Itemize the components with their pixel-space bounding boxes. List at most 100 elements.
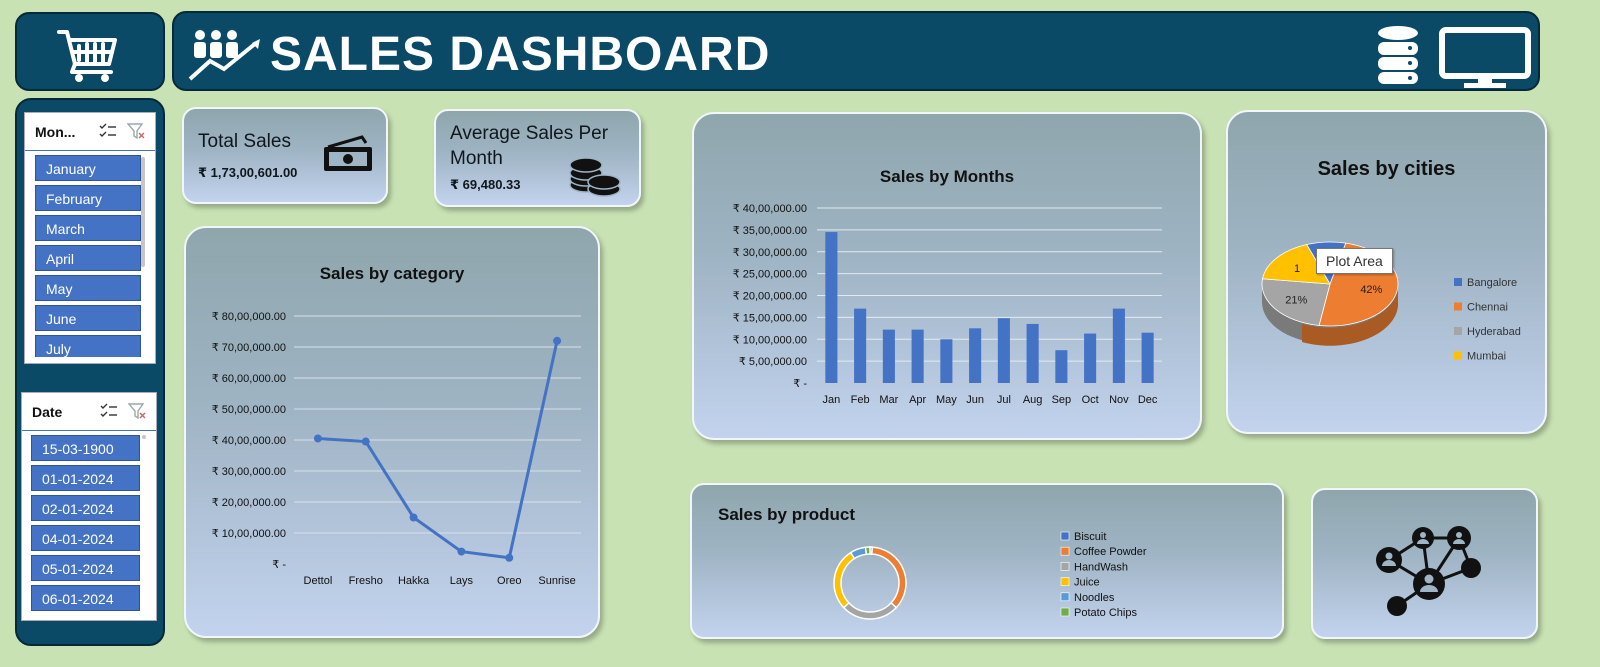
slicer-item[interactable]: 15-03-1900	[31, 435, 140, 461]
slicer-scrollbar[interactable]	[142, 435, 146, 439]
legend-swatch	[1060, 577, 1070, 586]
x-tick-label: Sep	[1052, 394, 1072, 406]
y-tick-label: ₹ 40,00,000.00	[212, 435, 286, 447]
donut-slice	[864, 546, 871, 556]
network-people-icon	[1376, 526, 1481, 616]
months-bar-chart[interactable]: ₹ 40,00,000.00 ₹ 35,00,000.00 ₹ 30,00,000.…	[694, 114, 1200, 438]
legend-swatch	[1454, 278, 1462, 286]
legend-label: HandWash	[1074, 561, 1128, 573]
y-tick-label: ₹ 30,00,000.00	[212, 466, 286, 478]
bar	[882, 329, 895, 383]
dashboard-title: SALES DASHBOARD	[270, 28, 771, 81]
cash-icon	[324, 135, 372, 171]
bar	[854, 308, 867, 383]
avg-sales-label-line2: Month	[450, 148, 503, 169]
legend-swatch	[1060, 562, 1070, 571]
slicer-item[interactable]: 04-01-2024	[31, 525, 140, 551]
slicer-item[interactable]: April	[35, 245, 141, 271]
x-tick-label: Nov	[1109, 394, 1129, 406]
legend-label: Biscuit	[1074, 531, 1106, 543]
x-tick-label: Oreo	[497, 575, 521, 587]
multi-select-icon[interactable]	[100, 402, 118, 420]
y-tick-label: ₹ -	[272, 559, 286, 571]
slicer-item[interactable]: February	[35, 185, 141, 211]
bar	[969, 328, 982, 383]
month-slicer[interactable]: Mon... January February March April May …	[24, 112, 156, 364]
pie-data-label: 21%	[1285, 295, 1307, 307]
data-point	[313, 434, 322, 443]
bar	[1026, 323, 1039, 383]
legend-swatch	[1060, 607, 1070, 617]
legend-swatch	[1454, 302, 1462, 311]
bar	[825, 232, 838, 383]
x-tick-label: Oct	[1082, 394, 1099, 406]
multi-select-icon[interactable]	[99, 122, 117, 140]
y-tick-label: ₹ 20,00,000.00	[212, 497, 286, 509]
category-line-chart[interactable]: ₹ 80,00,000.00 ₹ 70,00,000.00 ₹ 60,00,000.…	[186, 228, 598, 636]
y-tick-label: ₹ 35,00,000.00	[733, 225, 807, 237]
legend-label: Potato Chips	[1074, 607, 1137, 619]
data-point	[457, 547, 466, 556]
cities-chart-card[interactable]: Sales by cities 42% 21% 1 Bangalore Chennai H…	[1226, 110, 1547, 434]
y-tick-label: ₹ 50,00,000.00	[212, 404, 286, 416]
x-tick-label: Jun	[966, 394, 984, 406]
database-icon	[1378, 26, 1418, 84]
slicer-item[interactable]: July	[35, 335, 141, 357]
data-point	[553, 336, 562, 345]
bar	[911, 329, 924, 383]
total-sales-label: Total Sales	[198, 131, 291, 152]
shopping-cart-icon	[57, 30, 117, 82]
legend-label: Bangalore	[1467, 277, 1517, 289]
product-donut-chart[interactable]: Biscuit Coffee Powder HandWash Juice Noodles…	[692, 485, 1282, 637]
category-chart-card[interactable]: Sales by category ₹ 80,00,000.00 ₹ 70,00,…	[184, 226, 600, 638]
legend-label: Noodles	[1074, 592, 1115, 604]
months-chart-card[interactable]: Sales by Months ₹ 40,00,000.00 ₹ 35,00,00…	[692, 112, 1202, 440]
bar	[1141, 332, 1154, 383]
legend-swatch	[1454, 327, 1462, 335]
avg-sales-card: Average Sales Per Month ₹ 69,480.33	[434, 109, 641, 207]
donut-slice	[833, 551, 856, 609]
legend-label: Coffee Powder	[1074, 546, 1147, 558]
y-tick-label: ₹ 5,00,000.00	[739, 356, 807, 368]
series-line	[317, 340, 559, 560]
plot-area-tooltip: Plot Area	[1316, 248, 1393, 274]
legend-swatch	[1060, 592, 1070, 602]
slicer-item[interactable]: 01-01-2024	[31, 465, 140, 491]
month-slicer-title: Mon...	[35, 123, 76, 140]
slicer-scrollbar[interactable]	[141, 157, 145, 267]
slicer-item[interactable]: 05-01-2024	[31, 555, 140, 581]
y-tick-label: ₹ 30,00,000.00	[733, 247, 807, 259]
slicer-item[interactable]: May	[35, 275, 141, 301]
legend-label: Juice	[1074, 577, 1100, 589]
slicer-item[interactable]: 02-01-2024	[31, 495, 140, 521]
bar	[1112, 308, 1125, 383]
slicer-item[interactable]: 06-01-2024	[31, 585, 140, 611]
x-tick-label: Mar	[879, 394, 898, 406]
x-tick-label: Dec	[1138, 394, 1158, 406]
pie-data-label: 1	[1294, 263, 1300, 275]
total-sales-value: ₹ 1,73,00,601.00	[198, 165, 298, 180]
x-tick-label: Apr	[909, 394, 926, 406]
clear-filter-icon[interactable]	[127, 122, 145, 140]
product-chart-card[interactable]: Sales by product Biscuit Coffee Powder Han…	[690, 483, 1284, 639]
logo-panel	[15, 12, 165, 91]
x-tick-label: Lays	[450, 575, 474, 587]
y-tick-label: ₹ 10,00,000.00	[733, 334, 807, 346]
people-growth-icon	[188, 30, 260, 81]
clear-filter-icon[interactable]	[128, 402, 146, 420]
date-slicer[interactable]: Date 15-03-1900 01-01-2024 02-01-2024 04…	[21, 392, 157, 621]
donut-slice	[842, 601, 898, 620]
avg-sales-value: ₹ 69,480.33	[450, 177, 521, 192]
slicer-item[interactable]: June	[35, 305, 141, 331]
data-point	[505, 553, 514, 562]
slicer-item[interactable]: January	[35, 155, 141, 181]
y-tick-label: ₹ 10,00,000.00	[212, 528, 286, 540]
x-tick-label: Hakka	[398, 575, 430, 587]
y-tick-label: ₹ 80,00,000.00	[212, 311, 286, 323]
y-tick-label: ₹ -	[793, 378, 807, 390]
y-tick-label: ₹ 15,00,000.00	[733, 312, 807, 324]
x-tick-label: Jan	[823, 394, 841, 406]
slicer-item[interactable]: March	[35, 215, 141, 241]
header-bar: SALES DASHBOARD	[172, 11, 1540, 91]
bar	[1084, 333, 1097, 383]
